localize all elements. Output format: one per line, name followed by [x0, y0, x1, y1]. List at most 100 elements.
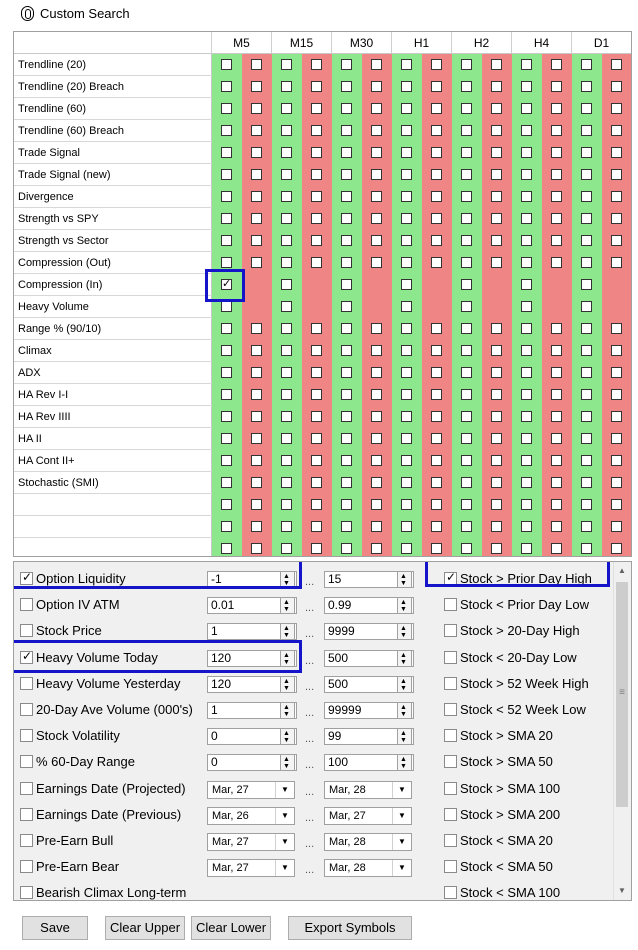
signal-checkbox[interactable]	[341, 433, 352, 444]
signal-checkbox[interactable]	[551, 213, 562, 224]
signal-checkbox[interactable]	[371, 543, 382, 554]
signal-checkbox[interactable]	[281, 477, 292, 488]
signal-checkbox[interactable]	[341, 323, 352, 334]
max-spin-icon[interactable]: ▲ ▼	[397, 728, 412, 746]
signal-checkbox[interactable]	[401, 521, 412, 532]
signal-checkbox[interactable]	[461, 213, 472, 224]
signal-checkbox[interactable]	[461, 279, 472, 290]
signal-checkbox[interactable]	[251, 433, 262, 444]
signal-checkbox[interactable]	[401, 103, 412, 114]
signal-checkbox[interactable]	[581, 257, 592, 268]
clear-lower-button[interactable]: Clear Lower	[191, 916, 271, 940]
signal-checkbox[interactable]	[551, 455, 562, 466]
signal-checkbox[interactable]	[461, 235, 472, 246]
signal-checkbox[interactable]	[401, 235, 412, 246]
signal-checkbox[interactable]	[431, 81, 442, 92]
filter-max-date[interactable]: Mar, 28 ▼	[324, 859, 412, 878]
signal-checkbox[interactable]	[461, 477, 472, 488]
chevron-down-icon[interactable]: ▼	[275, 860, 294, 877]
signal-checkbox[interactable]	[611, 213, 622, 224]
signal-checkbox[interactable]	[341, 499, 352, 510]
signal-checkbox[interactable]	[371, 499, 382, 510]
signal-checkbox[interactable]	[581, 125, 592, 136]
signal-checkbox[interactable]	[401, 257, 412, 268]
signal-checkbox[interactable]	[521, 433, 532, 444]
signal-checkbox[interactable]	[401, 213, 412, 224]
signal-checkbox[interactable]	[341, 477, 352, 488]
max-spin-icon[interactable]: ▲ ▼	[397, 571, 412, 588]
signal-checkbox[interactable]	[611, 59, 622, 70]
filter-min-date[interactable]: Mar, 27 ▼	[207, 833, 295, 851]
signal-checkbox[interactable]	[461, 169, 472, 180]
signal-checkbox[interactable]	[461, 389, 472, 400]
signal-checkbox[interactable]	[551, 103, 562, 114]
signal-checkbox[interactable]	[581, 279, 592, 290]
price-condition-checkbox[interactable]	[444, 729, 457, 743]
signal-checkbox[interactable]	[551, 147, 562, 158]
signal-checkbox[interactable]	[221, 433, 232, 444]
signal-checkbox[interactable]	[371, 169, 382, 180]
signal-checkbox[interactable]	[491, 257, 502, 268]
signal-checkbox[interactable]	[221, 521, 232, 532]
timeframe-header-d1[interactable]: D1	[572, 32, 631, 54]
scroll-thumb[interactable]: ≡	[616, 582, 628, 807]
signal-checkbox[interactable]	[521, 125, 532, 136]
signal-checkbox[interactable]	[521, 213, 532, 224]
signal-checkbox[interactable]	[281, 235, 292, 246]
signal-checkbox[interactable]	[401, 59, 412, 70]
signal-checkbox[interactable]	[401, 279, 412, 290]
signal-checkbox[interactable]	[551, 323, 562, 334]
signal-checkbox[interactable]	[341, 213, 352, 224]
signal-checkbox[interactable]	[491, 543, 502, 554]
signal-checkbox[interactable]	[401, 455, 412, 466]
signal-checkbox[interactable]	[551, 477, 562, 488]
signal-checkbox[interactable]	[461, 257, 472, 268]
signal-checkbox[interactable]	[371, 103, 382, 114]
signal-checkbox[interactable]	[221, 103, 232, 114]
signal-checkbox[interactable]	[521, 345, 532, 356]
signal-checkbox[interactable]	[281, 543, 292, 554]
signal-checkbox[interactable]	[431, 103, 442, 114]
signal-checkbox[interactable]	[581, 191, 592, 202]
signal-checkbox[interactable]	[581, 169, 592, 180]
chevron-down-icon[interactable]: ▼	[392, 860, 411, 877]
price-condition-checkbox[interactable]	[444, 703, 457, 716]
signal-checkbox[interactable]	[401, 477, 412, 488]
signal-checkbox[interactable]	[431, 213, 442, 224]
signal-checkbox[interactable]	[281, 389, 292, 400]
signal-checkbox[interactable]	[431, 499, 442, 510]
signal-checkbox[interactable]	[431, 147, 442, 158]
signal-checkbox[interactable]	[581, 59, 592, 70]
signal-checkbox[interactable]	[251, 345, 262, 356]
signal-checkbox[interactable]	[311, 345, 322, 356]
signal-checkbox[interactable]	[311, 411, 322, 422]
signal-checkbox[interactable]	[251, 125, 262, 136]
signal-checkbox[interactable]	[521, 279, 532, 290]
signal-checkbox[interactable]	[281, 103, 292, 114]
signal-checkbox[interactable]	[311, 477, 322, 488]
signal-checkbox[interactable]	[551, 521, 562, 532]
signal-checkbox[interactable]	[461, 59, 472, 70]
signal-checkbox[interactable]	[431, 191, 442, 202]
signal-checkbox[interactable]	[431, 477, 442, 488]
price-condition-checkbox[interactable]	[444, 860, 457, 874]
signal-checkbox[interactable]	[611, 455, 622, 466]
signal-checkbox[interactable]	[551, 389, 562, 400]
signal-checkbox[interactable]	[581, 411, 592, 422]
signal-checkbox[interactable]	[611, 103, 622, 114]
signal-checkbox[interactable]	[251, 389, 262, 400]
signal-checkbox[interactable]	[581, 543, 592, 554]
signal-checkbox[interactable]	[581, 345, 592, 356]
signal-checkbox[interactable]	[551, 235, 562, 246]
signal-checkbox[interactable]	[521, 257, 532, 268]
signal-checkbox[interactable]	[491, 323, 502, 334]
price-condition-checkbox[interactable]	[444, 650, 457, 664]
signal-checkbox[interactable]	[521, 367, 532, 378]
signal-checkbox[interactable]	[461, 499, 472, 510]
signal-checkbox[interactable]	[371, 323, 382, 334]
signal-checkbox[interactable]	[491, 499, 502, 510]
min-spin-icon[interactable]: ▲ ▼	[280, 623, 295, 641]
signal-checkbox[interactable]	[521, 411, 532, 422]
signal-checkbox[interactable]	[611, 367, 622, 378]
signal-checkbox[interactable]	[221, 301, 232, 312]
